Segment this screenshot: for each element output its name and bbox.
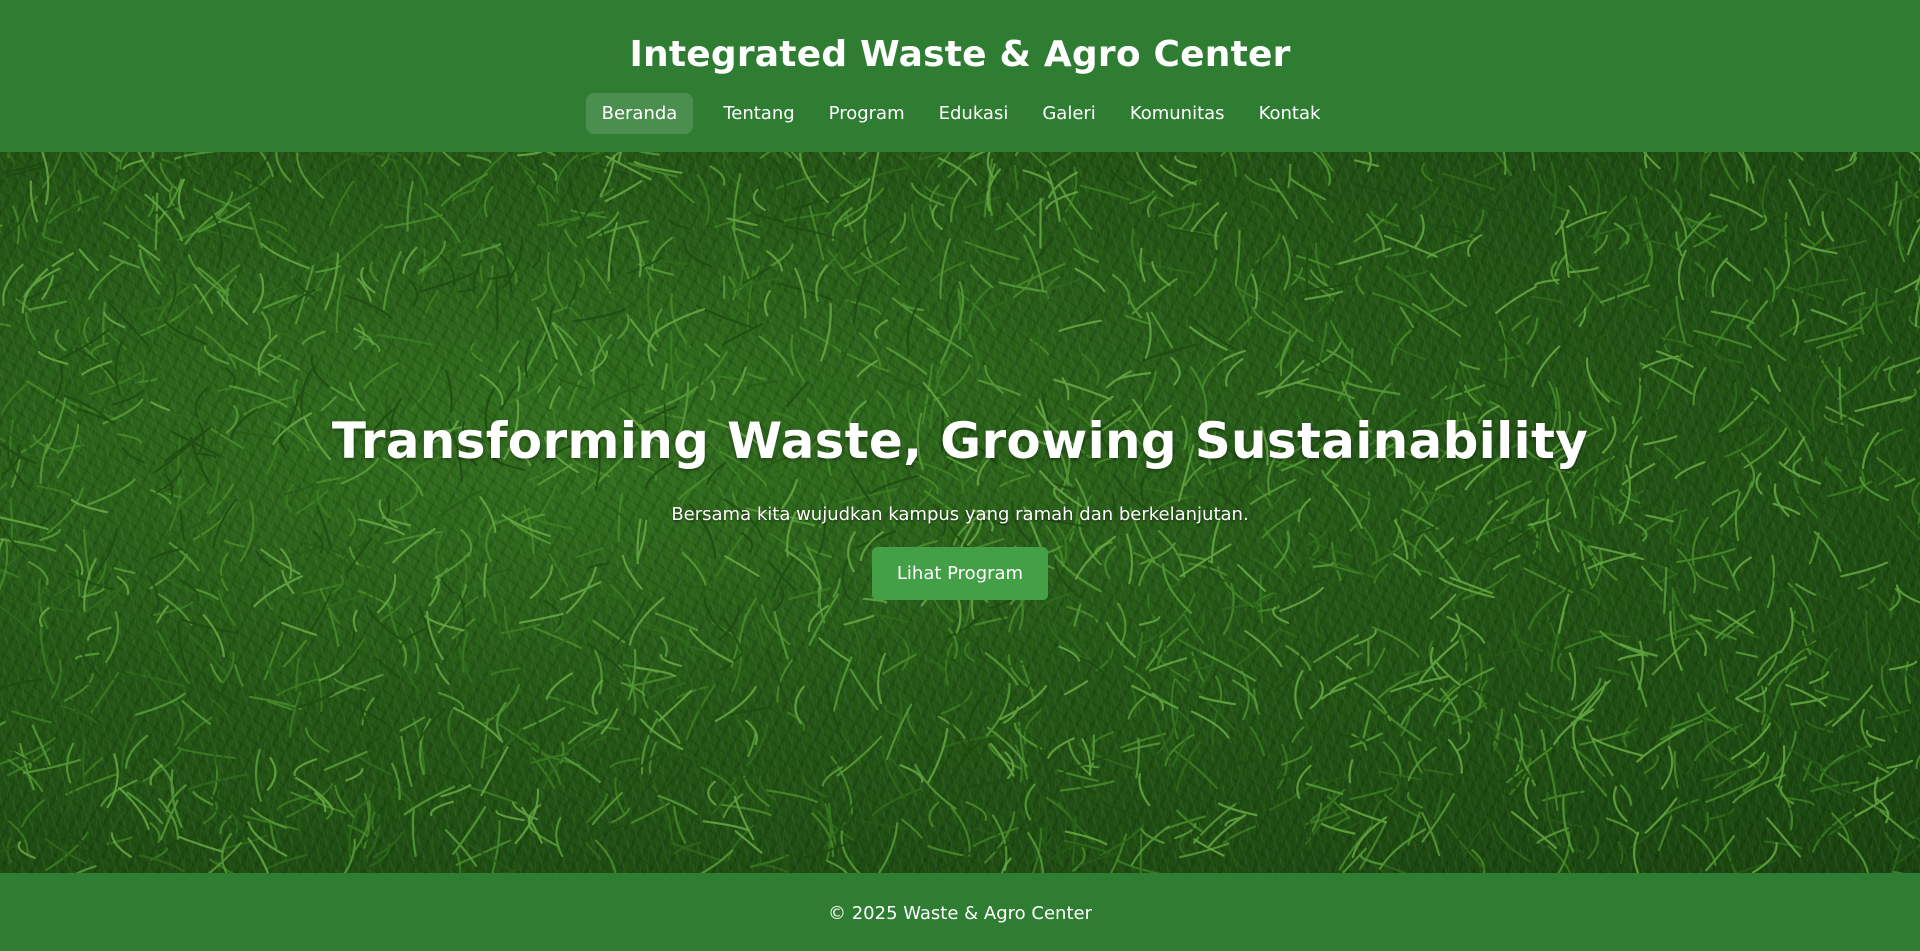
nav-item-edukasi[interactable]: Edukasi: [925, 93, 1023, 134]
hero-content: Transforming Waste, Growing Sustainabili…: [0, 412, 1920, 600]
nav-item-program[interactable]: Program: [815, 93, 919, 134]
site-title: Integrated Waste & Agro Center: [629, 34, 1291, 75]
hero-title: Transforming Waste, Growing Sustainabili…: [331, 412, 1589, 470]
nav-item-kontak[interactable]: Kontak: [1245, 93, 1335, 134]
nav-item-beranda[interactable]: Beranda: [585, 93, 694, 134]
nav-item-galeri[interactable]: Galeri: [1028, 93, 1109, 134]
site-header: Integrated Waste & Agro Center Beranda T…: [0, 0, 1920, 152]
nav-item-tentang[interactable]: Tentang: [709, 93, 808, 134]
view-program-button[interactable]: Lihat Program: [871, 547, 1049, 600]
nav-item-komunitas[interactable]: Komunitas: [1116, 93, 1239, 134]
hero-subtitle: Bersama kita wujudkan kampus yang ramah …: [671, 504, 1249, 525]
hero-section: Transforming Waste, Growing Sustainabili…: [0, 152, 1920, 873]
main-nav: Beranda Tentang Program Edukasi Galeri K…: [0, 93, 1920, 134]
site-footer: © 2025 Waste & Agro Center: [0, 873, 1920, 951]
footer-copyright: © 2025 Waste & Agro Center: [828, 903, 1092, 924]
